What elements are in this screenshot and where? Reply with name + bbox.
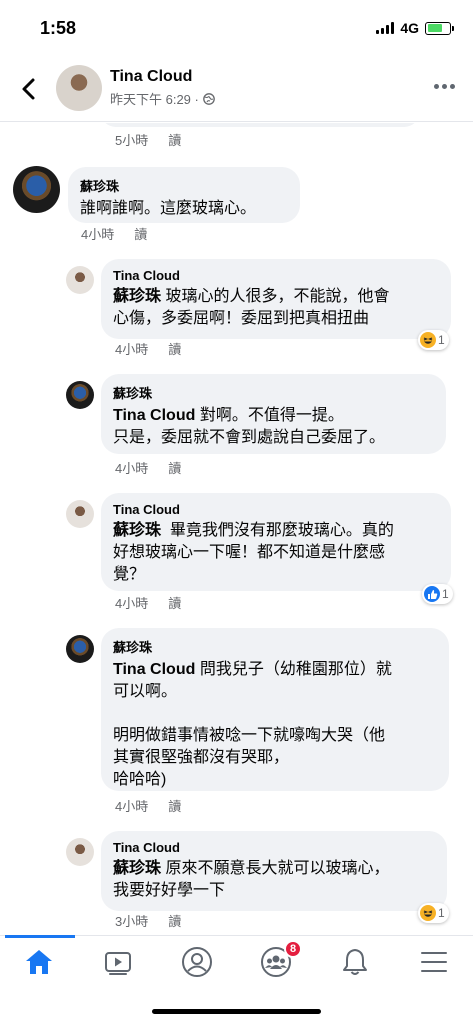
tab-profile[interactable] (177, 946, 217, 978)
comment-author[interactable]: 蘇珍珠 (113, 637, 437, 656)
like-reaction-icon (424, 586, 440, 602)
comment-bubble[interactable]: Tina Cloud 蘇珍珠 原來不願意長大就可以玻璃心， 我要好好學一下 (101, 831, 447, 911)
more-options-icon[interactable] (434, 84, 455, 89)
bell-icon (343, 949, 367, 975)
comment-time: 4小時 (115, 342, 149, 357)
network-type: 4G (400, 20, 419, 36)
tab-home[interactable] (19, 946, 59, 978)
comment-meta: 4小時 讀 (115, 796, 181, 815)
tab-groups[interactable]: 8 (256, 940, 302, 978)
read-link[interactable]: 讀 (168, 593, 181, 612)
globe-icon (203, 92, 215, 105)
commenter-avatar[interactable] (66, 838, 94, 866)
comment-list: 5小時 讀 蘇珍珠 誰啊誰啊。這麼玻璃心。 4小時 讀 Tina Cloud 蘇… (0, 123, 473, 935)
comment-bubble[interactable]: Tina Cloud 蘇珍珠 畢竟我們沒有那麼玻璃心。真的 好想玻璃心一下喔！都… (101, 493, 451, 591)
author-avatar[interactable] (56, 65, 102, 111)
author-name[interactable]: Tina Cloud (110, 68, 192, 86)
read-link[interactable]: 讀 (168, 339, 181, 358)
read-link[interactable]: 讀 (168, 130, 181, 149)
active-tab-indicator (5, 935, 75, 938)
comment-author[interactable]: Tina Cloud (113, 840, 435, 855)
reaction-badge[interactable]: 1 (418, 330, 449, 350)
reaction-badge[interactable]: 1 (418, 903, 449, 923)
tab-notifications[interactable] (335, 946, 375, 978)
home-icon (26, 950, 52, 974)
mention-link[interactable]: 蘇珍珠 (113, 288, 161, 305)
notification-badge: 8 (284, 940, 302, 958)
commenter-avatar[interactable] (66, 381, 94, 409)
comment-meta: 4小時 讀 (115, 593, 181, 612)
comment-text: 蘇珍珠 畢竟我們沒有那麼玻璃心。真的 好想玻璃心一下喔！都不知道是什麼感 覺？ (113, 520, 439, 586)
status-indicators: 4G (376, 20, 454, 36)
post-time-text: 昨天下午 6:29 · (110, 92, 199, 107)
post-timestamp: 昨天下午 6:29 · (110, 89, 215, 108)
signal-icon (376, 22, 395, 34)
comment-bubble[interactable]: 蘇珍珠 Tina Cloud 對啊。不值得一提。 只是，委屈就不會到處說自己委屈… (101, 374, 446, 454)
comment-body: 問我兒子（幼稚園那位）就 可以啊。 明明做錯事情被唸一下就嚎啕大哭（他 其實很堅… (113, 661, 392, 788)
commenter-avatar[interactable] (13, 166, 60, 213)
menu-icon (421, 952, 447, 972)
comment-time: 3小時 (115, 914, 149, 929)
comment-time: 5小時 (115, 133, 149, 148)
reaction-count: 1 (442, 587, 449, 601)
comment-author[interactable]: 蘇珍珠 (113, 383, 434, 402)
back-arrow-icon[interactable] (18, 74, 40, 104)
comment-bubble-partial (100, 123, 420, 127)
reaction-badge[interactable]: 1 (422, 584, 453, 604)
haha-reaction-icon (420, 332, 436, 348)
post-header: Tina Cloud 昨天下午 6:29 · (0, 56, 473, 122)
haha-reaction-icon (420, 905, 436, 921)
comment-bubble[interactable]: Tina Cloud 蘇珍珠 玻璃心的人很多，不能說，他會 心傷，多委屈啊！委屈… (101, 259, 451, 339)
comment-time: 4小時 (115, 461, 149, 476)
comment-author[interactable]: 蘇珍珠 (80, 176, 288, 195)
profile-icon (182, 947, 212, 977)
comment-bubble[interactable]: 蘇珍珠 Tina Cloud 問我兒子（幼稚園那位）就 可以啊。 明明做錯事情被… (101, 628, 449, 791)
status-bar: 1:58 4G (0, 0, 473, 56)
comment-bubble[interactable]: 蘇珍珠 誰啊誰啊。這麼玻璃心。 (68, 167, 300, 223)
comment-meta: 4小時 讀 (81, 224, 147, 243)
comment-text: 蘇珍珠 玻璃心的人很多，不能說，他會 心傷，多委屈啊！委屈到把真相扭曲 (113, 286, 439, 330)
battery-icon (425, 21, 454, 35)
commenter-avatar[interactable] (66, 500, 94, 528)
comment-text: Tina Cloud 對啊。不值得一提。 只是，委屈就不會到處說自己委屈了。 (113, 405, 434, 449)
comment-time: 4小時 (115, 799, 149, 814)
comment-meta: 5小時 讀 (115, 130, 181, 149)
comment-meta: 3小時 讀 (115, 911, 181, 930)
tab-watch[interactable] (98, 946, 138, 978)
read-link[interactable]: 讀 (168, 458, 181, 477)
mention-link[interactable]: 蘇珍珠 (113, 860, 161, 877)
comment-author[interactable]: Tina Cloud (113, 268, 439, 283)
commenter-avatar[interactable] (66, 266, 94, 294)
mention-link[interactable]: Tina Cloud (113, 407, 195, 424)
reaction-count: 1 (438, 906, 445, 920)
reaction-count: 1 (438, 333, 445, 347)
comment-time: 4小時 (115, 596, 149, 611)
comment-text: 蘇珍珠 原來不願意長大就可以玻璃心， 我要好好學一下 (113, 858, 435, 902)
home-indicator (152, 1009, 321, 1014)
mention-link[interactable]: 蘇珍珠 (113, 522, 161, 539)
read-link[interactable]: 讀 (168, 796, 181, 815)
comment-meta: 4小時 讀 (115, 339, 181, 358)
read-link[interactable]: 讀 (168, 911, 181, 930)
video-icon (105, 952, 131, 975)
comment-time: 4小時 (81, 227, 115, 242)
tab-menu[interactable] (414, 946, 454, 978)
mention-link[interactable]: Tina Cloud (113, 661, 195, 678)
status-time: 1:58 (40, 18, 77, 38)
read-link[interactable]: 讀 (134, 224, 147, 243)
commenter-avatar[interactable] (66, 635, 94, 663)
comment-text: Tina Cloud 問我兒子（幼稚園那位）就 可以啊。 明明做錯事情被唸一下就… (113, 659, 437, 791)
comment-meta: 4小時 讀 (115, 458, 181, 477)
comment-text: 誰啊誰啊。這麼玻璃心。 (80, 200, 257, 217)
comment-author[interactable]: Tina Cloud (113, 502, 439, 517)
